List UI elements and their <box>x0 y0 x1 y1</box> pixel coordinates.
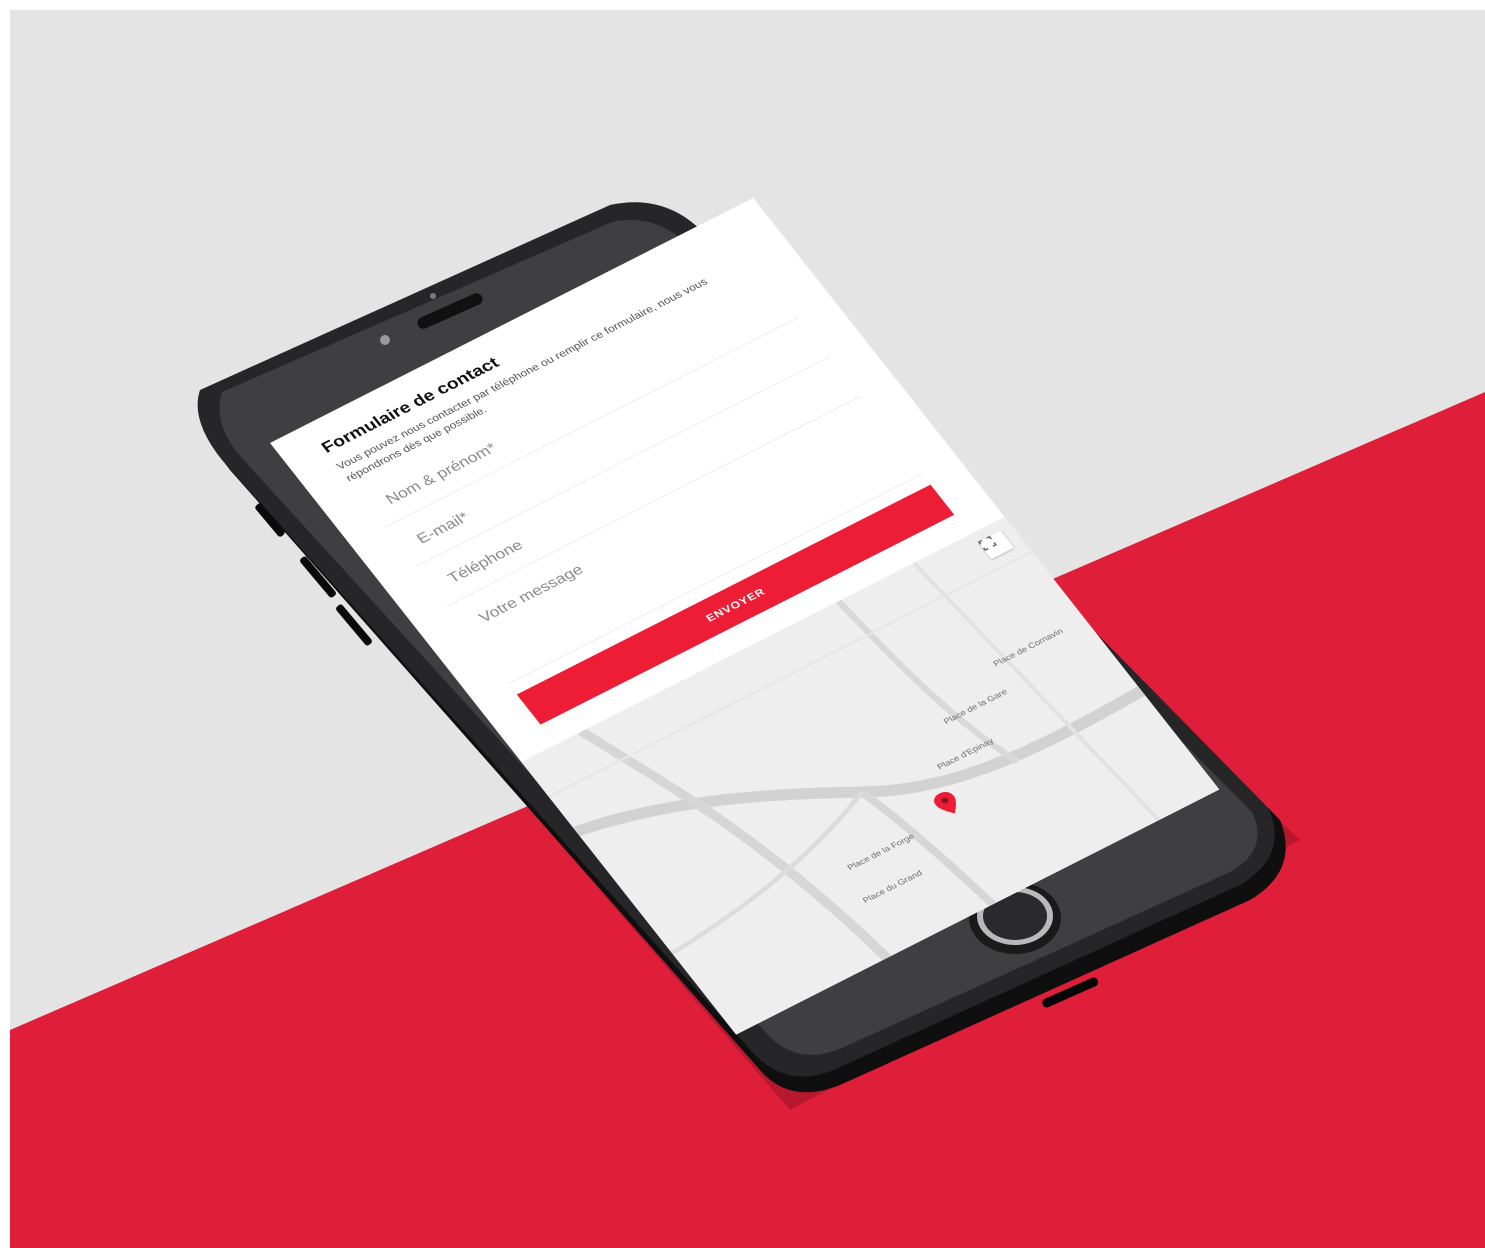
front-camera <box>380 335 390 345</box>
email-field-placeholder: E-mail* <box>413 509 473 547</box>
product-photo-scene: Formulaire de contact Vous pouvez nous c… <box>0 0 1485 1248</box>
proximity-sensor <box>430 293 436 299</box>
smartphone: Formulaire de contact Vous pouvez nous c… <box>0 0 1485 1248</box>
